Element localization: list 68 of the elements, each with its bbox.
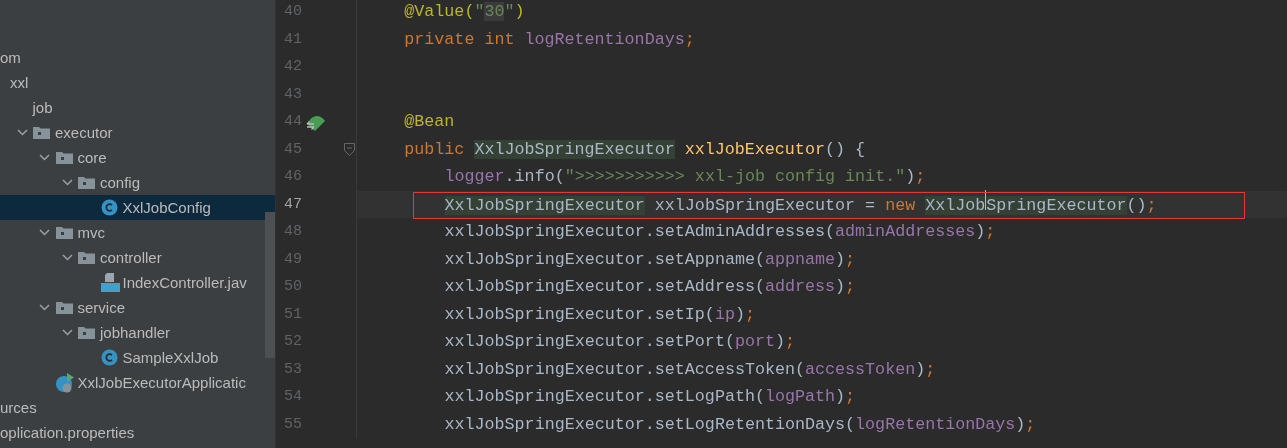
class-icon: [100, 349, 118, 366]
tree-item[interactable]: executor: [55, 124, 113, 141]
code-line: logger.info(">>>>>>>>>>> xxl-job config init.");: [444, 166, 926, 189]
code-line: XxlJobSpringExecutor xxlJobSpringExecutor = new XxlJobSpringExecutor();: [444, 189, 1157, 219]
line-number: 47: [283, 195, 302, 213]
code-line: xxlJobSpringExecutor.setAccessToken(accessToken);: [444, 358, 936, 381]
folder-icon: [55, 151, 73, 164]
selected-tree-row[interactable]: XxlJobConfig: [0, 195, 275, 220]
java-file-icon: [100, 273, 120, 292]
code-line: @Value("30"): [404, 1, 525, 24]
line-number: 40: [283, 3, 302, 21]
tree-item[interactable]: mvc: [77, 224, 105, 241]
chevron-icon[interactable]: [61, 177, 73, 188]
tree-item[interactable]: xxl: [10, 74, 29, 91]
code-line: private int logRetentionDays;: [404, 28, 695, 51]
code-line: public XxlJobSpringExecutor xxlJobExecutor() {: [404, 138, 865, 161]
line-number: 52: [283, 333, 302, 351]
tree-item[interactable]: core: [77, 149, 107, 166]
folder-icon: [78, 176, 95, 189]
tree-item[interactable]: oplication.properties: [0, 424, 135, 441]
line-number: 48: [283, 223, 302, 241]
chevron-icon[interactable]: [16, 127, 28, 138]
line-number: 55: [283, 415, 302, 433]
code-line: xxlJobSpringExecutor.setLogRetentionDays(logRetentionDays);: [444, 413, 1036, 436]
line-number: 46: [283, 168, 302, 186]
tree-item[interactable]: config: [100, 174, 141, 191]
tree-item[interactable]: job: [32, 99, 53, 116]
line-number: 43: [283, 85, 302, 103]
tree-item[interactable]: om: [0, 49, 21, 66]
code-line: xxlJobSpringExecutor.setAddress(address);: [444, 276, 856, 299]
folder-icon: [33, 126, 50, 139]
line-number: 50: [283, 278, 302, 296]
run-class-icon: [55, 372, 76, 393]
line-number: 42: [283, 58, 302, 76]
chevron-icon[interactable]: [39, 302, 50, 313]
class-icon: [100, 199, 118, 216]
code-line: @Bean: [404, 111, 455, 134]
code-line: xxlJobSpringExecutor.setPort(port);: [444, 331, 795, 354]
scrollbar-thumb[interactable]: [265, 212, 275, 358]
tree-item[interactable]: controller: [100, 249, 162, 266]
fold-marker-icon[interactable]: [344, 142, 355, 156]
line-number: 44: [283, 113, 302, 131]
chevron-icon[interactable]: [39, 152, 50, 163]
line-number: 49: [283, 250, 302, 268]
tree-item[interactable]: jobhandler: [100, 324, 171, 341]
line-number: 53: [283, 360, 302, 378]
tree-item[interactable]: urces: [0, 399, 37, 416]
tree-item[interactable]: IndexController.jav: [122, 274, 247, 291]
code-line: xxlJobSpringExecutor.setIp(ip);: [444, 303, 755, 326]
chevron-icon[interactable]: [39, 227, 50, 238]
line-number: 51: [283, 305, 302, 323]
tree-item[interactable]: XxlJobExecutorApplicatic: [77, 374, 246, 391]
line-number: 41: [283, 30, 302, 48]
chevron-icon[interactable]: [61, 327, 73, 338]
chevron-icon[interactable]: [61, 252, 73, 263]
line-number: 54: [283, 388, 302, 406]
tree-item[interactable]: XxlJobConfig: [122, 199, 211, 216]
folder-icon: [78, 326, 95, 339]
code-line: xxlJobSpringExecutor.setLogPath(logPath);: [444, 386, 856, 409]
code-line: xxlJobSpringExecutor.setAdminAddresses(adminAddresses);: [444, 221, 996, 244]
folder-icon: [55, 301, 73, 314]
folder-icon: [55, 226, 73, 239]
tree-item[interactable]: service: [77, 299, 125, 316]
text-caret: [985, 189, 987, 210]
code-line: xxlJobSpringExecutor.setAppname(appname);: [444, 248, 856, 271]
line-number: 45: [283, 140, 302, 158]
folder-icon: [78, 251, 95, 264]
tree-item[interactable]: SampleXxlJob: [122, 349, 219, 366]
